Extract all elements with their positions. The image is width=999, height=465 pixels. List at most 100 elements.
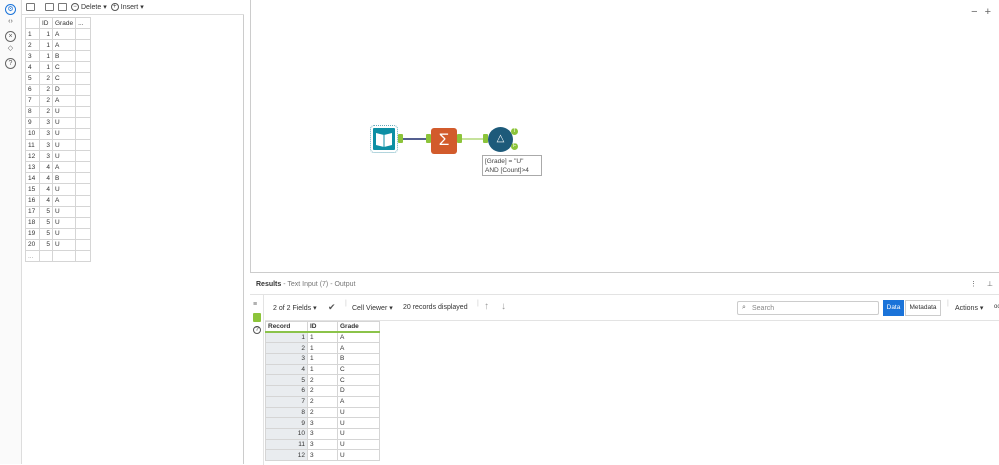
cell-grade[interactable]: U (337, 438, 380, 451)
table-row[interactable]: 82U (25, 105, 92, 118)
cell-id[interactable]: 2 (307, 395, 338, 408)
cell-record[interactable]: 9 (265, 417, 308, 429)
cell-grade[interactable]: A (51, 194, 77, 207)
cell-id[interactable]: 1 (39, 61, 53, 74)
search-input[interactable]: ⌕ Search (737, 301, 879, 315)
more-options-icon[interactable]: ⋮ (970, 280, 977, 288)
cell-grade[interactable]: B (337, 353, 380, 365)
cell-record[interactable]: 4 (265, 363, 308, 376)
true-anchor[interactable]: T (511, 128, 518, 135)
cell-record[interactable]: 7 (265, 395, 308, 408)
cell-empty[interactable] (75, 28, 92, 41)
cell-grade[interactable]: U (51, 227, 77, 240)
cell-record[interactable]: 12 (265, 449, 308, 461)
summarize-tool[interactable]: Σ (431, 128, 457, 154)
list-icon[interactable]: ≡ (253, 301, 257, 308)
cell-id[interactable]: 5 (39, 216, 53, 229)
table-row[interactable]: 15 4 U (25, 183, 92, 196)
cell-id[interactable]: 1 (307, 363, 338, 376)
table-row[interactable]: 41C (265, 363, 380, 376)
table-row[interactable]: 72A (265, 395, 380, 408)
cell-id[interactable]: 2 (307, 385, 338, 397)
cell-empty[interactable] (75, 72, 92, 85)
cell-id[interactable]: 4 (39, 161, 53, 174)
table-row[interactable]: 31B (265, 353, 380, 365)
cell-grade[interactable]: U (51, 116, 77, 129)
table-row[interactable]: 21A (25, 39, 92, 52)
cell-id[interactable]: 5 (39, 205, 53, 218)
table-row[interactable]: 20 5 U (25, 238, 92, 251)
cell-id[interactable]: 3 (307, 449, 338, 461)
cell-id[interactable]: 2 (39, 83, 53, 96)
grid-header-grade[interactable]: Grade (51, 16, 77, 30)
cell-grade[interactable]: B (51, 50, 77, 63)
table-row[interactable]: 13 4 A (25, 161, 92, 174)
workflow-canvas[interactable]: − + Σ △ T F [Grade] = "U" AND [Count]>4 (250, 0, 999, 272)
data-view-button[interactable]: Data (883, 300, 904, 316)
cell-id[interactable]: 4 (39, 194, 53, 207)
new-row[interactable]: ... (25, 249, 92, 263)
cell-id[interactable]: 1 (39, 28, 53, 41)
cell-empty[interactable] (75, 150, 92, 163)
cell-empty[interactable] (75, 161, 92, 174)
help-icon[interactable]: ? (253, 326, 261, 334)
text-input-tool[interactable] (370, 125, 398, 153)
table-row[interactable]: 19 5 U (25, 227, 92, 240)
gear-icon[interactable]: ⚙ (5, 4, 16, 15)
cell-record[interactable]: 3 (265, 353, 308, 365)
cell-empty[interactable] (75, 94, 92, 107)
cell-grade[interactable]: C (51, 61, 77, 74)
output-anchor[interactable] (457, 134, 462, 143)
cell-grade[interactable]: U (51, 139, 77, 152)
cell-empty[interactable] (75, 183, 92, 196)
table-row[interactable]: 62D (25, 83, 92, 96)
cell-record[interactable]: 1 (265, 331, 308, 344)
table-row[interactable]: 10 3 U (265, 427, 380, 440)
cell-grade[interactable]: A (337, 342, 380, 355)
cell-empty[interactable] (75, 105, 92, 118)
text-input-grid[interactable]: ID Grade ... 11A21A31B41C52C62D72A82U93U… (25, 16, 92, 263)
table-row[interactable]: 10 3 U (25, 127, 92, 141)
table-row[interactable]: 62D (265, 385, 380, 397)
folder-icon[interactable] (26, 3, 35, 11)
cell-empty[interactable] (75, 216, 92, 229)
table-row[interactable]: 14 4 B (25, 172, 92, 185)
table-row[interactable]: 21A (265, 342, 380, 355)
cell-grade[interactable]: C (51, 72, 77, 85)
cell-empty[interactable] (75, 205, 92, 218)
cell-id[interactable]: 2 (307, 406, 338, 419)
cell-grade[interactable]: U (337, 427, 380, 440)
table-row[interactable]: 18 5 U (25, 216, 92, 229)
filter-tool[interactable]: △ (488, 127, 513, 152)
cell-id[interactable]: 1 (307, 331, 338, 344)
cell-grade[interactable]: A (51, 39, 77, 52)
cell-grade[interactable]: U (51, 127, 77, 141)
table-row[interactable]: 41C (25, 61, 92, 74)
table-row[interactable]: 11 3 U (265, 438, 380, 451)
pin-icon[interactable]: ⊥ (987, 280, 993, 288)
results-header-grade[interactable]: Grade (337, 321, 380, 334)
cell-empty[interactable] (75, 50, 92, 63)
cell-grade[interactable]: U (51, 238, 77, 251)
cell-grade[interactable]: U (51, 105, 77, 118)
cell-grade[interactable]: C (337, 363, 380, 376)
cell-empty[interactable] (75, 172, 92, 185)
results-header-id[interactable]: ID (307, 321, 338, 334)
cell-id[interactable]: 3 (39, 127, 53, 141)
cell-empty[interactable] (75, 39, 92, 52)
new-row-marker[interactable]: ... (25, 249, 40, 263)
grid-header-add-column[interactable]: ... (75, 16, 92, 30)
cell-grade[interactable]: U (337, 406, 380, 419)
cell-id[interactable]: 2 (307, 374, 338, 387)
cell-empty[interactable] (75, 194, 92, 207)
insert-button[interactable]: + Insert ▾ (110, 3, 144, 11)
cell-id[interactable]: 3 (307, 417, 338, 429)
table-row[interactable]: 16 4 A (25, 194, 92, 207)
copy-icon[interactable] (45, 3, 54, 11)
cell-empty[interactable] (75, 127, 92, 141)
cell-record[interactable]: 10 (265, 427, 308, 440)
cell-empty[interactable] (75, 139, 92, 152)
help-icon[interactable]: ? (5, 58, 16, 69)
table-row[interactable]: 12 3 U (25, 150, 92, 163)
cell-empty[interactable] (75, 227, 92, 240)
